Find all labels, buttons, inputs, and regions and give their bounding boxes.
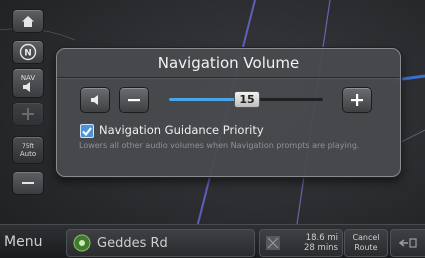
gps-signal-icon xyxy=(266,236,280,250)
speaker-icon xyxy=(91,95,98,105)
svg-text:N: N xyxy=(24,49,32,59)
remaining-time: 28 mins xyxy=(304,243,338,253)
menu-button[interactable]: Menu xyxy=(4,229,42,255)
volume-slider-thumb[interactable]: 15 xyxy=(234,91,260,108)
zoom-mode: Auto xyxy=(19,149,37,158)
current-street: Geddes Rd xyxy=(66,229,255,257)
home-button[interactable] xyxy=(12,9,44,33)
bottom-bar: Menu Geddes Rd 18.6 mi 28 mins Cancel Ro… xyxy=(0,224,425,258)
dialog-title: Navigation Volume xyxy=(157,54,300,72)
guidance-priority-label[interactable]: Navigation Guidance Priority xyxy=(99,123,264,137)
volume-up-button[interactable] xyxy=(342,87,372,113)
guidance-priority-checkbox[interactable] xyxy=(80,124,94,138)
mute-button[interactable] xyxy=(80,87,110,113)
cancel-label-line1: Cancel xyxy=(352,233,380,242)
home-icon xyxy=(22,15,34,27)
route-button[interactable] xyxy=(390,229,425,257)
guidance-priority-description: Lowers all other audio volumes when Navi… xyxy=(79,141,360,150)
cancel-label-line2: Route xyxy=(354,243,378,252)
nav-label: NAV xyxy=(20,74,36,82)
nav-volume-button[interactable]: NAV xyxy=(12,68,44,98)
street-name: Geddes Rd xyxy=(97,235,168,251)
zoom-out-button[interactable] xyxy=(12,171,44,195)
navigation-screen: N NAV 75ft Auto Navigation Volume 15 Nav… xyxy=(0,0,425,258)
eta-text: 18.6 mi 28 mins xyxy=(304,233,338,253)
cancel-route-button[interactable]: Cancel Route xyxy=(344,229,388,257)
compass-button[interactable]: N xyxy=(12,40,44,64)
plus-icon xyxy=(22,108,34,120)
minus-icon xyxy=(128,99,140,102)
divider xyxy=(57,77,400,78)
zoom-level-button[interactable]: 75ft Auto xyxy=(12,136,44,164)
plus-icon xyxy=(351,94,363,106)
zoom-in-button[interactable] xyxy=(12,102,44,126)
route-icon xyxy=(398,238,417,248)
volume-down-button[interactable] xyxy=(119,87,149,113)
minus-icon xyxy=(22,182,34,184)
remaining-distance: 18.6 mi xyxy=(305,233,338,243)
speaker-icon xyxy=(23,82,30,92)
map-scale: 75ft xyxy=(22,142,34,150)
checkmark-icon xyxy=(82,126,92,136)
trip-info[interactable]: 18.6 mi 28 mins xyxy=(259,229,343,257)
compass-icon: N xyxy=(19,43,37,61)
location-icon xyxy=(73,234,91,252)
navigation-volume-dialog: Navigation Volume 15 Navigation Guidance… xyxy=(56,48,401,177)
